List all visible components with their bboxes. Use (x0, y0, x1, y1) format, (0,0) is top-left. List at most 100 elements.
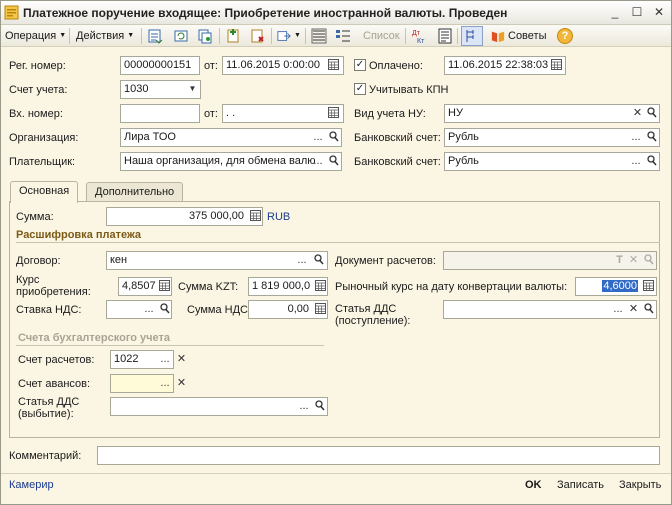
tab-additional[interactable]: Дополнительно (86, 182, 184, 202)
paid-checkbox[interactable]: ✓ (354, 59, 366, 71)
contract-label: Договор: (16, 255, 61, 267)
close-icon[interactable]: ✕ (651, 5, 667, 20)
calculator-icon[interactable] (642, 278, 655, 295)
dt-kt-icon[interactable]: ДтКт (411, 28, 427, 44)
select-button[interactable]: ... (295, 252, 309, 269)
search-icon[interactable] (645, 153, 658, 170)
maximize-icon[interactable]: ☐ (629, 5, 645, 20)
clear-icon[interactable]: ✕ (175, 375, 188, 392)
calendar-icon[interactable] (327, 105, 340, 122)
comment-label: Комментарий: (9, 450, 82, 462)
in-number-field[interactable] (120, 104, 200, 123)
reg-number-label: Рег. номер: (9, 60, 66, 72)
type-icon[interactable]: T (613, 252, 626, 269)
payer-field[interactable]: Наша организация, для обмена валю (120, 152, 342, 171)
window-title: Платежное поручение входящее: Приобретен… (23, 6, 508, 20)
tab-main[interactable]: Основная (10, 181, 79, 203)
sum-kzt-value: 1 819 000,0 (252, 280, 311, 292)
select-button[interactable]: ... (311, 129, 325, 146)
toolbar-divider (141, 28, 142, 44)
operation-menu-label: Операция (5, 30, 57, 42)
chevron-down-icon: ▼ (59, 32, 67, 40)
select-button[interactable]: ... (158, 351, 172, 368)
clear-icon[interactable]: ✕ (627, 301, 640, 318)
actions-menu[interactable]: Действия ▼ (76, 28, 134, 44)
calculator-icon[interactable] (158, 278, 171, 295)
kpn-checkbox[interactable]: ✓ (354, 83, 366, 95)
bank2-field[interactable]: Рубль (444, 152, 660, 171)
operation-menu[interactable]: Операция ▼ (5, 28, 66, 44)
goto-menu[interactable]: ▼ (277, 28, 301, 44)
bank1-field[interactable]: Рубль (444, 128, 660, 147)
search-icon[interactable] (645, 129, 658, 146)
reg-date-field[interactable]: 11.06.2015 0:00:00 (222, 56, 344, 75)
structure-icon[interactable] (335, 28, 351, 44)
vat-sum-label: Сумма НДС: (187, 304, 252, 316)
calculator-icon[interactable] (314, 278, 327, 295)
org-field[interactable]: Лира ТОО (120, 128, 342, 147)
refresh-document-icon[interactable] (173, 28, 189, 44)
search-icon[interactable] (327, 153, 340, 170)
post-document-icon[interactable] (147, 28, 163, 44)
sum-field[interactable]: 375 000,00 (106, 207, 263, 226)
report-icon[interactable] (437, 28, 453, 44)
tree-icon (466, 30, 474, 42)
select-button[interactable]: ... (158, 375, 172, 392)
add-document-icon[interactable] (225, 28, 241, 44)
bank1-value: Рубль (448, 131, 479, 143)
select-button[interactable]: ... (311, 153, 325, 170)
toolbar-divider (219, 28, 220, 44)
clear-icon[interactable]: ✕ (631, 105, 644, 122)
toolbar-divider (305, 28, 306, 44)
search-icon[interactable] (645, 105, 658, 122)
rate-value: 4,8507 (122, 280, 156, 292)
settle-acc-value: 1022 (114, 353, 139, 365)
reg-number-field[interactable]: 00000000151 (120, 56, 200, 75)
select-button[interactable]: ... (629, 129, 643, 146)
account-label: Счет учета: (9, 84, 68, 96)
select-button[interactable]: ... (142, 301, 156, 318)
tips-button[interactable]: Советы (491, 28, 546, 44)
select-button[interactable]: ... (297, 398, 311, 415)
search-icon[interactable] (327, 129, 340, 146)
delete-document-icon[interactable] (249, 28, 265, 44)
calculator-icon[interactable] (314, 301, 327, 318)
in-date-field[interactable]: . . (222, 104, 344, 123)
title-bar: Платежное поручение входящее: Приобретен… (1, 1, 671, 25)
list-view-icon[interactable] (311, 28, 327, 44)
chevron-down-icon[interactable]: ▼ (186, 81, 199, 98)
toolbar-divider (405, 28, 406, 44)
payer-value: Наша организация, для обмена валю (124, 155, 316, 167)
search-icon[interactable] (642, 301, 655, 318)
close-button[interactable]: Закрыть (619, 479, 661, 491)
search-icon[interactable] (158, 301, 171, 318)
calendar-icon[interactable] (327, 57, 340, 74)
list-button[interactable]: Список (363, 28, 400, 44)
select-button[interactable]: ... (611, 301, 625, 318)
svg-text:Дт: Дт (412, 30, 421, 37)
comment-field[interactable] (97, 446, 660, 465)
section-divider (16, 345, 324, 346)
ok-button[interactable]: OK (525, 479, 542, 491)
dds-out-field[interactable] (110, 397, 328, 416)
copy-document-icon[interactable] (197, 28, 213, 44)
goto-icon (277, 31, 291, 41)
currency-link[interactable]: RUB (267, 211, 290, 224)
search-icon[interactable] (312, 252, 325, 269)
nu-field[interactable]: НУ (444, 104, 660, 123)
minimize-icon[interactable]: _ (607, 5, 623, 20)
select-button[interactable]: ... (629, 153, 643, 170)
user-link[interactable]: Камерир (9, 479, 54, 491)
search-icon[interactable] (642, 252, 655, 269)
save-button[interactable]: Записать (557, 479, 604, 491)
paid-date-value: 11.06.2015 22:38:03 (448, 59, 549, 71)
paid-date-field[interactable]: 11.06.2015 22:38:03 (444, 56, 566, 75)
calendar-icon[interactable] (550, 57, 563, 74)
clear-icon[interactable]: ✕ (627, 252, 640, 269)
org-label: Организация: (9, 132, 79, 144)
clear-icon[interactable]: ✕ (175, 351, 188, 368)
help-icon[interactable]: ? (557, 28, 573, 44)
tree-toggle-button[interactable] (461, 26, 483, 46)
calculator-icon[interactable] (249, 208, 262, 225)
search-icon[interactable] (313, 398, 326, 415)
